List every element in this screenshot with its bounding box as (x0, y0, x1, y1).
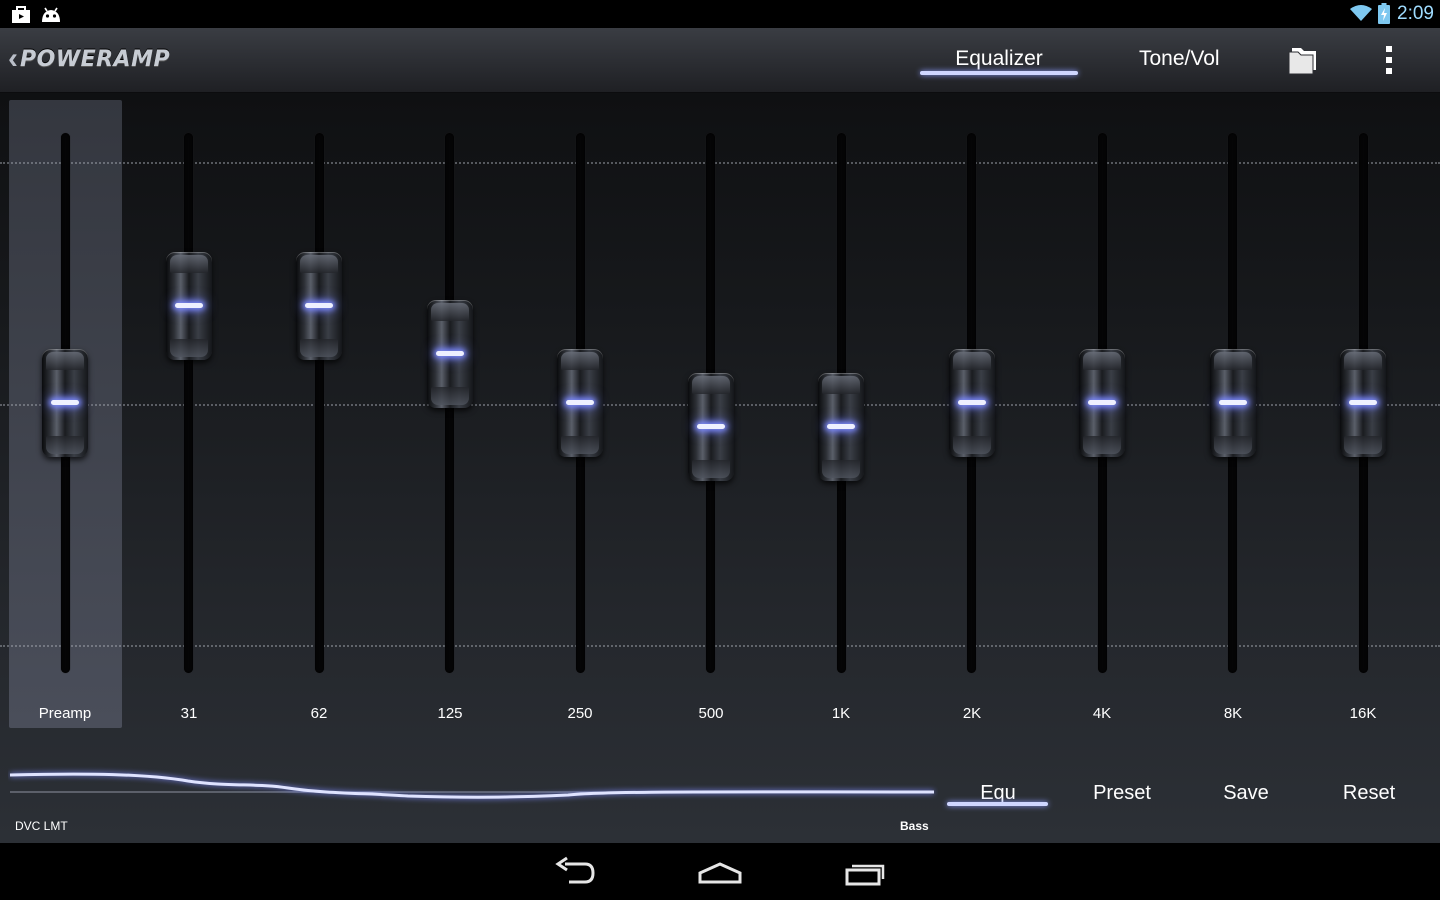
band-slider-handle-4k[interactable] (1079, 349, 1125, 457)
band-slider-handle-125[interactable] (427, 300, 473, 409)
handle-indicator-light (827, 424, 855, 430)
band-label-16k: 16K (1349, 705, 1377, 722)
overflow-menu-icon[interactable] (1378, 42, 1400, 78)
band-slider-handle-31[interactable] (166, 251, 212, 360)
folder-icon[interactable] (1286, 44, 1324, 76)
handle-indicator-light (1088, 400, 1116, 405)
band-label-125: 125 (437, 705, 463, 722)
handle-indicator-light (697, 424, 725, 430)
band-label-62: 62 (310, 705, 328, 722)
band-slider-handle-62[interactable] (296, 251, 342, 360)
eq-curve-preview (9, 772, 935, 799)
preamp-label: Preamp (38, 705, 92, 722)
home-icon[interactable] (697, 854, 743, 890)
band-label-2k: 2K (962, 705, 982, 722)
status-bar: 2:09 (0, 0, 1440, 28)
handle-indicator-light (51, 400, 79, 405)
handle-indicator-light (436, 351, 464, 357)
handle-indicator-light (305, 302, 333, 308)
app-logo-up-button[interactable]: ‹ POWERAMP (8, 43, 170, 75)
bass-label: Bass (900, 819, 929, 833)
handle-indicator-light (1219, 400, 1247, 405)
equalizer-panel: Preamp 31 62 125 250 500 1K 2K 4K 8K 16K (0, 93, 1440, 843)
band-slider-handle-8k[interactable] (1210, 349, 1256, 457)
preamp-slider-handle[interactable] (42, 349, 88, 457)
handle-indicator-light (175, 302, 203, 308)
back-chevron-icon: ‹ (8, 42, 18, 75)
band-label-500: 500 (698, 705, 724, 722)
grid-line-top (0, 162, 1440, 164)
band-slider-handle-16k[interactable] (1340, 349, 1386, 457)
tab-tone-vol[interactable]: Tone/Vol (1139, 47, 1220, 71)
dvc-limit-label: DVC LMT (15, 819, 68, 833)
recent-apps-icon[interactable] (842, 854, 888, 890)
tab-equalizer[interactable]: Equalizer (920, 47, 1078, 71)
handle-indicator-light (566, 400, 594, 405)
equ-selection-indicator (947, 802, 1048, 806)
band-slider-handle-1k[interactable] (818, 373, 864, 482)
band-label-1k: 1K (831, 705, 851, 722)
preset-button[interactable]: Preset (1062, 782, 1182, 805)
save-button[interactable]: Save (1186, 782, 1306, 805)
grid-line-bottom (0, 645, 1440, 647)
android-icon (42, 7, 60, 22)
clock-time: 2:09 (1397, 3, 1434, 24)
app-bar: ‹ POWERAMP Equalizer Tone/Vol (0, 28, 1440, 93)
tab-selection-indicator (920, 71, 1078, 75)
band-label-250: 250 (567, 705, 593, 722)
wifi-icon (1350, 5, 1372, 21)
back-icon[interactable] (553, 854, 599, 890)
handle-indicator-light (958, 400, 986, 405)
band-slider-track-31[interactable] (184, 133, 193, 673)
band-slider-handle-500[interactable] (688, 373, 734, 482)
band-slider-handle-2k[interactable] (949, 349, 995, 457)
battery-icon (1378, 3, 1390, 24)
handle-indicator-light (1349, 400, 1377, 405)
band-label-4k: 4K (1092, 705, 1112, 722)
band-label-8k: 8K (1223, 705, 1243, 722)
band-slider-track-62[interactable] (315, 133, 324, 673)
navigation-bar (0, 846, 1440, 900)
band-slider-handle-250[interactable] (557, 349, 603, 457)
band-label-31: 31 (180, 705, 198, 722)
reset-button[interactable]: Reset (1309, 782, 1429, 805)
shopping-bag-icon (12, 6, 30, 23)
app-logo: POWERAMP (20, 46, 171, 72)
